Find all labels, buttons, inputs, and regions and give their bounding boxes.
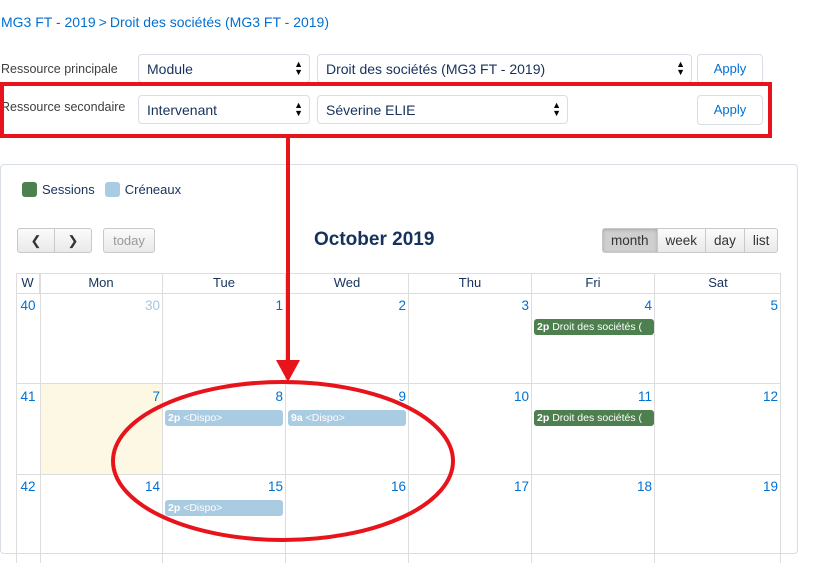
today-button[interactable]: today [103,228,155,253]
day-number[interactable]: 11 [532,389,652,404]
day-number[interactable]: 1 [163,298,283,313]
prev-month-button[interactable]: ❮ [17,228,55,253]
event-time: 9a [291,412,303,424]
chevron-right-icon: ❯ [67,233,79,248]
day-number[interactable]: 4 [532,298,652,313]
breadcrumb-program-link[interactable]: MG3 FT - 2019 [1,14,96,30]
day-header-wed: Wed [286,273,409,293]
grid-line [40,273,41,563]
week-column-header: W [16,273,40,293]
grid-line [162,273,163,563]
primary-apply-button[interactable]: Apply [697,54,763,84]
day-header-fri: Fri [532,273,655,293]
day-number[interactable]: 2 [286,298,406,313]
event-title: <Dispo> [305,412,345,424]
legend-creneaux-label: Créneaux [124,182,182,197]
grid-line [16,474,781,475]
primary-resource-value: Droit des sociétés (MG3 FT - 2019) [326,61,546,77]
grid-line [16,293,781,294]
view-day-button[interactable]: day [705,228,745,253]
chevron-left-icon: ❮ [30,233,42,248]
event-title: Droit des sociétés ( [552,412,643,424]
day-number[interactable]: 17 [409,479,529,494]
grid-line [285,273,286,563]
event-title: <Dispo> [183,412,223,424]
grid-line [16,273,17,563]
day-number[interactable]: 30 [40,298,160,313]
day-number[interactable]: 8 [163,389,283,404]
grid-line [408,273,409,563]
day-header-mon: Mon [40,273,163,293]
breadcrumb-module-link[interactable]: Droit des sociétés (MG3 FT - 2019) [110,14,329,30]
select-arrows-icon: ▲ ▼ [676,59,685,77]
annotation-highlight-box [0,82,772,138]
day-number[interactable]: 15 [163,479,283,494]
view-month-button[interactable]: month [602,228,658,253]
grid-line [16,383,781,384]
day-header-sat: Sat [708,275,728,290]
calendar-legend: Sessions Créneaux [22,182,191,197]
day-number[interactable]: 9 [286,389,406,404]
view-list-button[interactable]: list [743,228,779,253]
dispo-event[interactable]: 9a <Dispo> [288,410,406,426]
grid-line [16,273,781,274]
month-grid: W Mon Tue Wed Thu Fri Sat 40 30 1 2 3 4 … [16,273,781,563]
event-time: 2p [168,412,181,424]
session-event[interactable]: 2p Droit des sociétés ( [534,410,654,426]
primary-type-select[interactable]: Module ▲ ▼ [138,54,310,83]
breadcrumb-separator: > [98,14,107,30]
view-switcher: month week day list [602,228,779,253]
day-number[interactable]: 16 [286,479,406,494]
creneaux-swatch [104,182,120,197]
dispo-event[interactable]: 2p <Dispo> [165,410,283,426]
legend-sessions-label: Sessions [42,182,95,197]
next-month-button[interactable]: ❯ [54,228,92,253]
event-title: <Dispo> [183,502,223,514]
day-number[interactable]: 3 [409,298,529,313]
primary-type-value: Module [147,61,193,77]
event-time: 2p [537,321,550,333]
day-number[interactable]: 5 [655,298,778,313]
select-arrows-icon: ▲ ▼ [294,59,303,77]
breadcrumb: MG3 FT - 2019 > Droit des sociétés (MG3 FT… [1,14,329,30]
primary-resource-select[interactable]: Droit des sociétés (MG3 FT - 2019) ▲ ▼ [317,54,692,83]
day-number[interactable]: 7 [40,389,160,404]
dispo-event[interactable]: 2p <Dispo> [165,500,283,516]
grid-line [531,273,532,563]
week-number: 41 [20,389,36,404]
day-number[interactable]: 10 [409,389,529,404]
week-number: 40 [20,298,36,313]
day-header-thu: Thu [409,273,532,293]
day-number[interactable]: 14 [40,479,160,494]
week-number: 42 [20,479,36,494]
grid-line [654,273,655,563]
event-title: Droit des sociétés ( [552,321,643,333]
grid-line [780,273,781,563]
session-event[interactable]: 2p Droit des sociétés ( [534,319,654,335]
sessions-swatch [22,182,37,197]
primary-resource-label: Ressource principale [1,62,118,76]
event-time: 2p [168,502,181,514]
day-header-tue: Tue [163,273,286,293]
view-week-button[interactable]: week [656,228,707,253]
calendar-title: October 2019 [314,229,435,250]
day-number[interactable]: 12 [655,389,778,404]
event-time: 2p [537,412,550,424]
day-number[interactable]: 18 [532,479,652,494]
day-number[interactable]: 19 [655,479,778,494]
